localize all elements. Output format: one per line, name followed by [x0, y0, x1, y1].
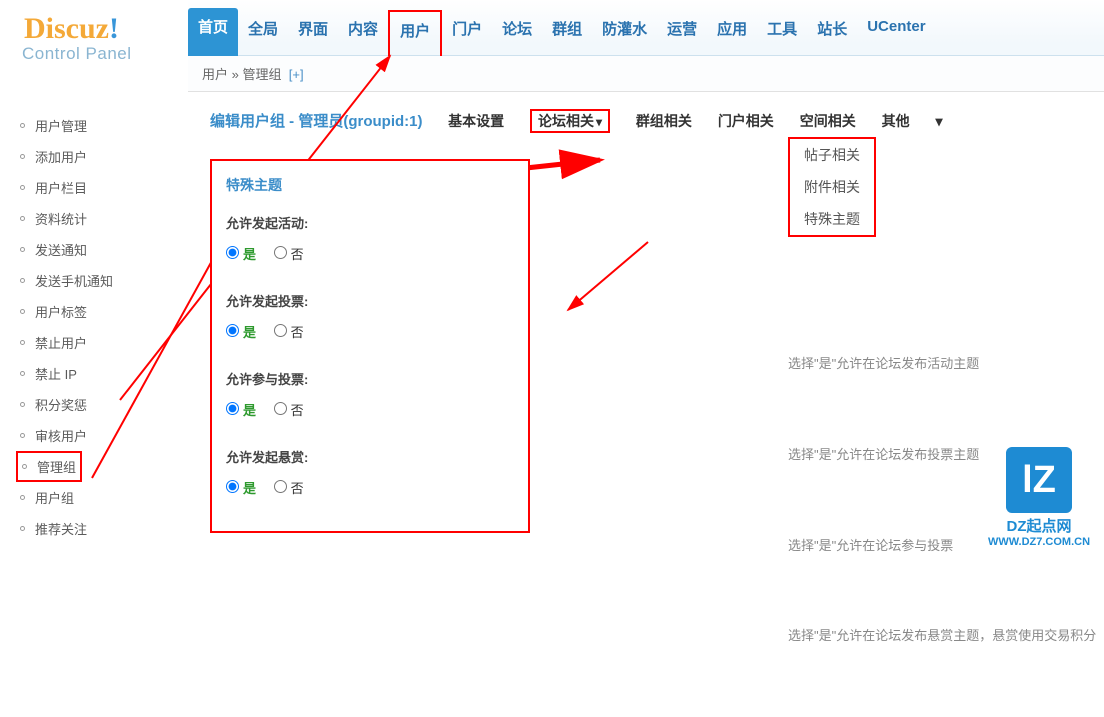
field-poll: 允许发起投票: 是 否 [226, 291, 514, 341]
nav-home[interactable]: 首页 [188, 8, 238, 59]
radio-yes[interactable]: 是 [226, 325, 260, 340]
radio-yes[interactable]: 是 [226, 481, 260, 496]
radio-yes[interactable]: 是 [226, 403, 260, 418]
tab-space[interactable]: 空间相关 [800, 113, 856, 129]
special-topic-panel: 特殊主题 允许发起活动: 是 否 允许发起投票: 是 否 允许参与投票: 是 否… [210, 159, 530, 533]
breadcrumb: 用户 » 管理组 [+] [188, 56, 1104, 92]
bullet-icon [20, 340, 25, 345]
forum-dropdown-menu: 帖子相关 附件相关 特殊主题 [788, 137, 876, 237]
main: 首页 全局 界面 内容 用户 门户 论坛 群组 防灌水 运营 应用 工具 站长 … [188, 0, 1104, 554]
side-item[interactable]: 发送通知 [0, 234, 188, 265]
side-item[interactable]: 发送手机通知 [0, 265, 188, 296]
top-nav: 首页 全局 界面 内容 用户 门户 论坛 群组 防灌水 运营 应用 工具 站长 … [188, 0, 1104, 56]
radio-no[interactable]: 否 [274, 481, 304, 496]
watermark-logo: lZ [1006, 447, 1072, 513]
hint-text: 选择"是"允许在论坛发布悬赏主题，悬赏使用交易积分 [788, 626, 1096, 647]
watermark: lZ DZ起点网 WWW.DZ7.COM.CN [974, 447, 1104, 548]
bullet-icon [20, 185, 25, 190]
hint-text: 选择"是"允许在论坛发布活动主题 [788, 354, 1096, 375]
field-vote: 允许参与投票: 是 否 [226, 369, 514, 419]
tab-basic[interactable]: 基本设置 [448, 113, 504, 129]
tab-portal[interactable]: 门户相关 [718, 113, 774, 129]
field-activity: 允许发起活动: 是 否 [226, 213, 514, 263]
crumb-add[interactable]: [+] [289, 67, 304, 82]
field-reward: 允许发起悬赏: 是 否 [226, 447, 514, 497]
page-title: 编辑用户组 - 管理员(groupid:1) [210, 110, 422, 131]
dropdown-item[interactable]: 帖子相关 [790, 139, 874, 171]
radio-no[interactable]: 否 [274, 403, 304, 418]
bullet-icon [20, 309, 25, 314]
side-item[interactable]: 审核用户 [0, 420, 188, 451]
side-item[interactable]: 禁止 IP [0, 358, 188, 389]
bullet-icon [22, 464, 27, 469]
side-item[interactable]: 禁止用户 [0, 327, 188, 358]
panel-heading: 特殊主题 [226, 175, 514, 195]
radio-no[interactable]: 否 [274, 325, 304, 340]
bullet-icon [20, 526, 25, 531]
crumb-user[interactable]: 用户 [202, 67, 228, 82]
bullet-icon [20, 154, 25, 159]
bullet-icon [20, 123, 25, 128]
bullet-icon [20, 278, 25, 283]
side-item[interactable]: 资料统计 [0, 203, 188, 234]
crumb-admin-group[interactable]: 管理组 [242, 67, 281, 82]
radio-yes[interactable]: 是 [226, 247, 260, 262]
side-item[interactable]: 添加用户 [0, 141, 188, 172]
bullet-icon [20, 247, 25, 252]
side-item[interactable]: 用户组 [0, 482, 188, 513]
logo: Discuz! [0, 12, 188, 46]
sub-tabs: 基本设置 论坛相关 群组相关 门户相关 空间相关 其他 ▾ [448, 111, 964, 131]
bullet-icon [20, 216, 25, 221]
bullet-icon [20, 402, 25, 407]
content: 编辑用户组 - 管理员(groupid:1) 基本设置 论坛相关 群组相关 门户… [188, 92, 1104, 554]
tab-other[interactable]: 其他 ▾ [882, 113, 943, 129]
logo-subtitle: Control Panel [0, 44, 188, 64]
side-nav: 用户管理 添加用户 用户栏目 资料统计 发送通知 发送手机通知 用户标签 禁止用… [0, 110, 188, 544]
bullet-icon [20, 433, 25, 438]
dropdown-item[interactable]: 附件相关 [790, 171, 874, 203]
side-item[interactable]: 用户栏目 [0, 172, 188, 203]
side-item-admin-group[interactable]: 管理组 [16, 451, 82, 482]
dropdown-item[interactable]: 特殊主题 [790, 203, 874, 235]
bullet-icon [20, 495, 25, 500]
tab-group[interactable]: 群组相关 [636, 113, 692, 129]
tab-forum-dropdown[interactable]: 论坛相关 [530, 109, 610, 133]
side-item[interactable]: 用户管理 [0, 110, 188, 141]
radio-no[interactable]: 否 [274, 247, 304, 262]
bullet-icon [20, 371, 25, 376]
side-item[interactable]: 积分奖惩 [0, 389, 188, 420]
sidebar: Discuz! Control Panel 用户管理 添加用户 用户栏目 资料统… [0, 0, 188, 554]
side-item[interactable]: 用户标签 [0, 296, 188, 327]
side-item[interactable]: 推荐关注 [0, 513, 188, 544]
